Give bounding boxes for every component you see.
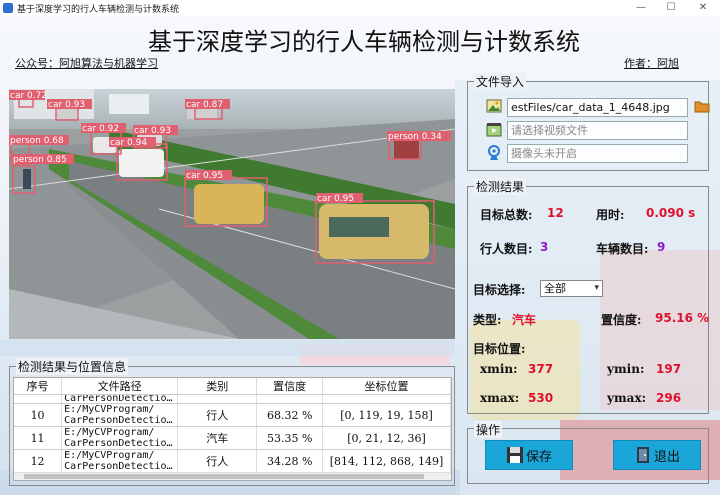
det-label: person 0.68	[10, 136, 64, 146]
confidence-label: 置信度:	[601, 313, 642, 327]
image-path-field[interactable]	[507, 98, 688, 117]
account-label: 公众号：阿旭算法与机器学习	[15, 57, 158, 70]
type-value: 汽车	[512, 313, 537, 327]
cell-path: CarPersonDetectio…	[61, 394, 179, 404]
det-label: car 0.93	[134, 126, 171, 136]
table-row[interactable]: 10 E:/MyCVProgram/CarPersonDetectio… 行人 …	[14, 403, 451, 427]
xmin-label: xmin:	[480, 362, 518, 376]
horizontal-scrollbar[interactable]	[14, 472, 451, 480]
col-header[interactable]: 坐标位置	[322, 378, 451, 395]
ymax-value: 296	[656, 391, 682, 405]
detection-image: car 0.72 car 0.93 car 0.87 person 0.68 p…	[9, 89, 455, 339]
time-value: 0.090 s	[646, 206, 696, 220]
path-line: CarPersonDetectio…	[64, 438, 173, 449]
camera-status-field[interactable]	[507, 144, 688, 163]
video-icon[interactable]	[486, 122, 502, 138]
target-select-value: 全部	[544, 282, 566, 295]
total-value: 12	[547, 206, 564, 220]
path-line: E:/MyCVProgram/	[64, 404, 155, 415]
file-import-label: 文件导入	[474, 73, 527, 90]
vehicle-count-label: 车辆数目:	[596, 242, 649, 256]
path-line: E:/MyCVProgram/	[64, 450, 155, 461]
save-button[interactable]: 保存	[485, 440, 573, 470]
path-line: CarPersonDetectio…	[64, 461, 173, 472]
det-label: car 0.94	[110, 138, 147, 148]
table-header-row: 序号 文件路径 类别 置信度 坐标位置	[14, 378, 451, 395]
ymin-value: 197	[656, 362, 682, 376]
cell-class: 汽车	[177, 426, 258, 450]
cell-confidence: 34.28 %	[256, 449, 323, 473]
save-icon	[506, 447, 523, 463]
cell-position: [0, 21, 12, 36]	[322, 426, 451, 450]
col-header[interactable]: 类别	[177, 378, 258, 395]
xmax-value: 530	[528, 391, 554, 405]
cell-path: E:/MyCVProgram/CarPersonDetectio…	[61, 449, 179, 473]
cell-position: [814, 112, 868, 149]	[322, 449, 451, 473]
table-row[interactable]: CarPersonDetectio…	[14, 394, 451, 404]
cell-path: E:/MyCVProgram/CarPersonDetectio…	[61, 426, 179, 450]
det-label: car 0.93	[48, 100, 85, 110]
cell-index: 12	[14, 449, 63, 473]
det-label: car 0.72	[10, 91, 47, 101]
cell-confidence: 68.32 %	[256, 403, 323, 427]
confidence-value: 95.16 %	[655, 311, 710, 325]
ymax-label: ymax:	[607, 391, 647, 405]
person-count-value: 3	[540, 240, 549, 254]
camera-icon[interactable]	[486, 145, 502, 161]
det-label: car 0.92	[82, 124, 119, 134]
type-label: 类型:	[473, 313, 502, 327]
det-label: person 0.85	[13, 155, 67, 165]
image-icon[interactable]	[486, 98, 502, 114]
xmin-value: 377	[528, 362, 554, 376]
exit-button-label: 退出	[653, 449, 680, 465]
det-label: car 0.95	[186, 171, 223, 181]
table-row[interactable]: 11 E:/MyCVProgram/CarPersonDetectio… 汽车 …	[14, 426, 451, 450]
exit-button[interactable]: 退出	[613, 440, 701, 470]
col-header[interactable]: 文件路径	[61, 378, 179, 395]
time-label: 用时:	[596, 208, 625, 222]
position-label: 目标位置:	[473, 342, 526, 356]
total-label: 目标总数:	[480, 208, 533, 222]
table-row[interactable]: 12 E:/MyCVProgram/CarPersonDetectio… 行人 …	[14, 449, 451, 473]
page-title: 基于深度学习的行人车辆检测与计数系统	[148, 28, 580, 56]
det-label: car 0.95	[317, 194, 354, 204]
det-label: car 0.87	[186, 100, 223, 110]
folder-icon[interactable]	[694, 98, 710, 114]
table-group-label: 检测结果与位置信息	[16, 358, 129, 375]
path-line: E:/MyCVProgram/	[64, 427, 155, 438]
author-label: 作者：阿旭	[624, 57, 679, 70]
ops-label: 操作	[474, 421, 503, 438]
cell-index: 11	[14, 426, 63, 450]
cell-index: 10	[14, 403, 63, 427]
scrollbar-thumb[interactable]	[24, 474, 424, 479]
results-label: 检测结果	[474, 178, 527, 195]
cell-confidence: 53.35 %	[256, 426, 323, 450]
target-select[interactable]: 全部 ▾	[540, 280, 603, 297]
results-table[interactable]: 序号 文件路径 类别 置信度 坐标位置 CarPersonDetectio… 1…	[13, 377, 452, 481]
target-select-label: 目标选择:	[473, 283, 526, 297]
person-count-label: 行人数目:	[480, 242, 533, 256]
cell-class: 行人	[177, 449, 258, 473]
ymin-label: ymin:	[607, 362, 645, 376]
xmax-label: xmax:	[480, 391, 520, 405]
col-header[interactable]: 序号	[14, 378, 63, 395]
path-line: CarPersonDetectio…	[64, 415, 173, 426]
vehicle-count-value: 9	[657, 240, 666, 254]
cell-position: [0, 119, 19, 158]	[322, 403, 451, 427]
save-button-label: 保存	[525, 449, 552, 465]
col-header[interactable]: 置信度	[256, 378, 323, 395]
det-label: person 0.34	[388, 132, 442, 142]
cell-path: E:/MyCVProgram/CarPersonDetectio…	[61, 403, 179, 427]
cell-class: 行人	[177, 403, 258, 427]
video-path-field[interactable]	[507, 121, 688, 140]
chevron-down-icon: ▾	[594, 283, 599, 293]
exit-icon	[636, 447, 649, 463]
